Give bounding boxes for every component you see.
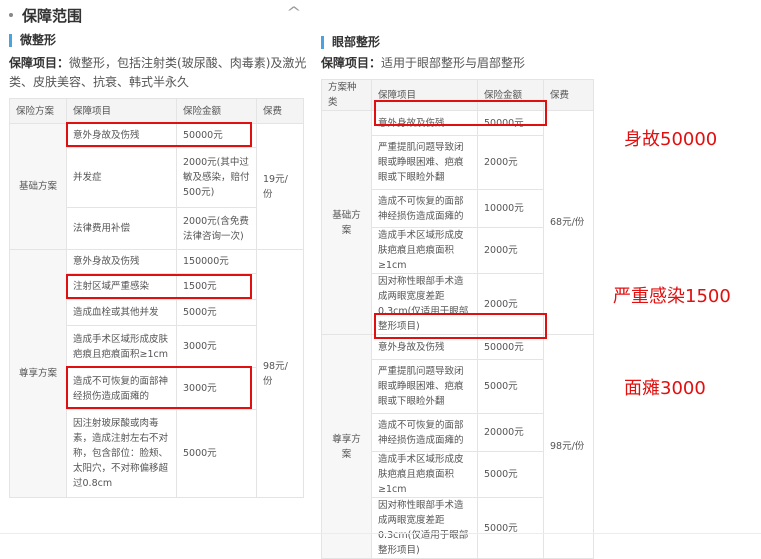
coverage-amount: 5000元 <box>477 497 544 559</box>
annotation-infection: 严重感染1500 <box>613 286 731 307</box>
premium-fee: 98元/份 <box>256 249 304 498</box>
coverage-item: 并发症 <box>66 147 177 208</box>
annotation-facial-paralysis: 面瘫3000 <box>624 378 706 399</box>
coverage-item: 造成手术区域形成皮肤疤痕且疤痕面积≥1cm <box>371 451 478 498</box>
coverage-item: 严重提肌问题导致闭眼或睁眼困难、疤痕眼或下眼睑外翻 <box>371 135 478 190</box>
column-header: 保障项目 <box>371 79 478 111</box>
column-header: 保费 <box>256 98 304 124</box>
premium-fee: 68元/份 <box>543 110 594 335</box>
coverage-header[interactable]: 保障范围 ^ <box>0 0 318 28</box>
premium-fee: 19元/份 <box>256 123 304 250</box>
left-coverage-table: 保险方案 保障项目 保险金额 保费 基础方案 意外身故及伤残 50000元 19… <box>9 98 304 498</box>
coverage-amount: 5000元 <box>176 299 257 326</box>
coverage-item: 因对称性眼部手术造成两眼宽度差距0.3cm(仅适用于眼部整形项目) <box>371 273 478 335</box>
chevron-up-icon[interactable]: ^ <box>286 5 301 21</box>
coverage-item: 注射区域严重感染 <box>66 273 177 300</box>
coverage-amount: 2000元 <box>477 227 544 274</box>
right-desc-text: 适用于眼部整形与眉部整形 <box>381 56 526 70</box>
coverage-amount: 50000元 <box>477 334 544 360</box>
bullet-dot <box>9 13 13 17</box>
coverage-item: 造成手术区域形成皮肤疤痕且疤痕面积≥1cm <box>371 227 478 274</box>
plan-name: 基础方案 <box>321 110 372 335</box>
coverage-item: 造成血栓或其他并发 <box>66 299 177 326</box>
coverage-item: 严重提肌问题导致闭眼或睁眼困难、疤痕眼或下眼睑外翻 <box>371 359 478 414</box>
column-header: 保费 <box>543 79 594 111</box>
coverage-amount: 2000元 <box>477 273 544 335</box>
coverage-item: 造成手术区域形成皮肤疤痕且疤痕面积≥1cm <box>66 325 177 368</box>
right-description: 保障项目：适用于眼部整形与眉部整形 <box>321 54 621 73</box>
coverage-amount: 5000元 <box>176 409 257 498</box>
coverage-amount: 5000元 <box>477 359 544 414</box>
coverage-item: 意外身故及伤残 <box>66 249 177 274</box>
premium-fee: 98元/份 <box>543 334 594 559</box>
right-desc-label: 保障项目： <box>321 56 382 70</box>
coverage-item: 造成不可恢复的面部神经损伤造成面瘫的 <box>371 413 478 452</box>
column-header: 保险金额 <box>477 79 544 111</box>
coverage-title: 保障范围 <box>22 7 83 25</box>
left-section-title: 微整形 <box>9 34 56 47</box>
plan-name: 尊享方案 <box>9 249 67 498</box>
coverage-item: 因注射玻尿酸或肉毒素，造成注射左右不对称，包含部位：脸颊、太阳穴，不对称偏移超过… <box>66 409 177 498</box>
coverage-amount: 2000元(含免费法律咨询一次) <box>176 207 257 250</box>
plan-name: 尊享方案 <box>321 334 372 559</box>
coverage-item: 意外身故及伤残 <box>66 123 177 148</box>
left-desc-label: 保障项目： <box>9 56 70 70</box>
coverage-amount: 10000元 <box>477 189 544 228</box>
divider <box>0 533 761 534</box>
table-row: 尊享方案 意外身故及伤残 50000元 98元/份 <box>321 334 594 559</box>
coverage-amount: 50000元 <box>176 123 257 148</box>
column-header: 方案种类 <box>321 79 372 111</box>
column-header: 保障项目 <box>66 98 177 124</box>
coverage-amount: 3000元 <box>176 367 257 410</box>
coverage-amount: 50000元 <box>477 110 544 136</box>
coverage-amount: 150000元 <box>176 249 257 274</box>
annotation-death: 身故50000 <box>624 129 718 150</box>
coverage-item: 造成不可恢复的面部神经损伤造成面瘫的 <box>371 189 478 228</box>
left-description: 保障项目：微整形，包括注射类(玻尿酸、肉毒素)及激光类、皮肤美容、抗衰、韩式半永… <box>9 54 309 92</box>
table-row: 尊享方案 意外身故及伤残 150000元 98元/份 <box>9 249 304 498</box>
right-section-title: 眼部整形 <box>321 36 380 49</box>
coverage-amount: 5000元 <box>477 451 544 498</box>
coverage-amount: 20000元 <box>477 413 544 452</box>
table-row: 基础方案 意外身故及伤残 50000元 68元/份 <box>321 110 594 335</box>
coverage-amount: 1500元 <box>176 273 257 300</box>
coverage-amount: 3000元 <box>176 325 257 368</box>
column-header: 保险金额 <box>176 98 257 124</box>
coverage-item: 因对称性眼部手术造成两眼宽度差距0.3cm(仅适用于眼部整形项目) <box>371 497 478 559</box>
coverage-item: 造成不可恢复的面部神经损伤造成面瘫的 <box>66 367 177 410</box>
coverage-item: 意外身故及伤残 <box>371 110 478 136</box>
table-row: 基础方案 意外身故及伤残 50000元 19元/份 <box>9 123 304 250</box>
coverage-item: 意外身故及伤残 <box>371 334 478 360</box>
plan-name: 基础方案 <box>9 123 67 250</box>
column-header: 保险方案 <box>9 98 67 124</box>
coverage-amount: 2000元 <box>477 135 544 190</box>
table-header-row: 方案种类 保障项目 保险金额 保费 <box>321 79 594 111</box>
table-header-row: 保险方案 保障项目 保险金额 保费 <box>9 98 304 124</box>
coverage-item: 法律费用补偿 <box>66 207 177 250</box>
coverage-amount: 2000元(其中过敏及感染，赔付500元) <box>176 147 257 208</box>
right-coverage-table: 方案种类 保障项目 保险金额 保费 基础方案 意外身故及伤残 50000元 68… <box>321 79 594 559</box>
